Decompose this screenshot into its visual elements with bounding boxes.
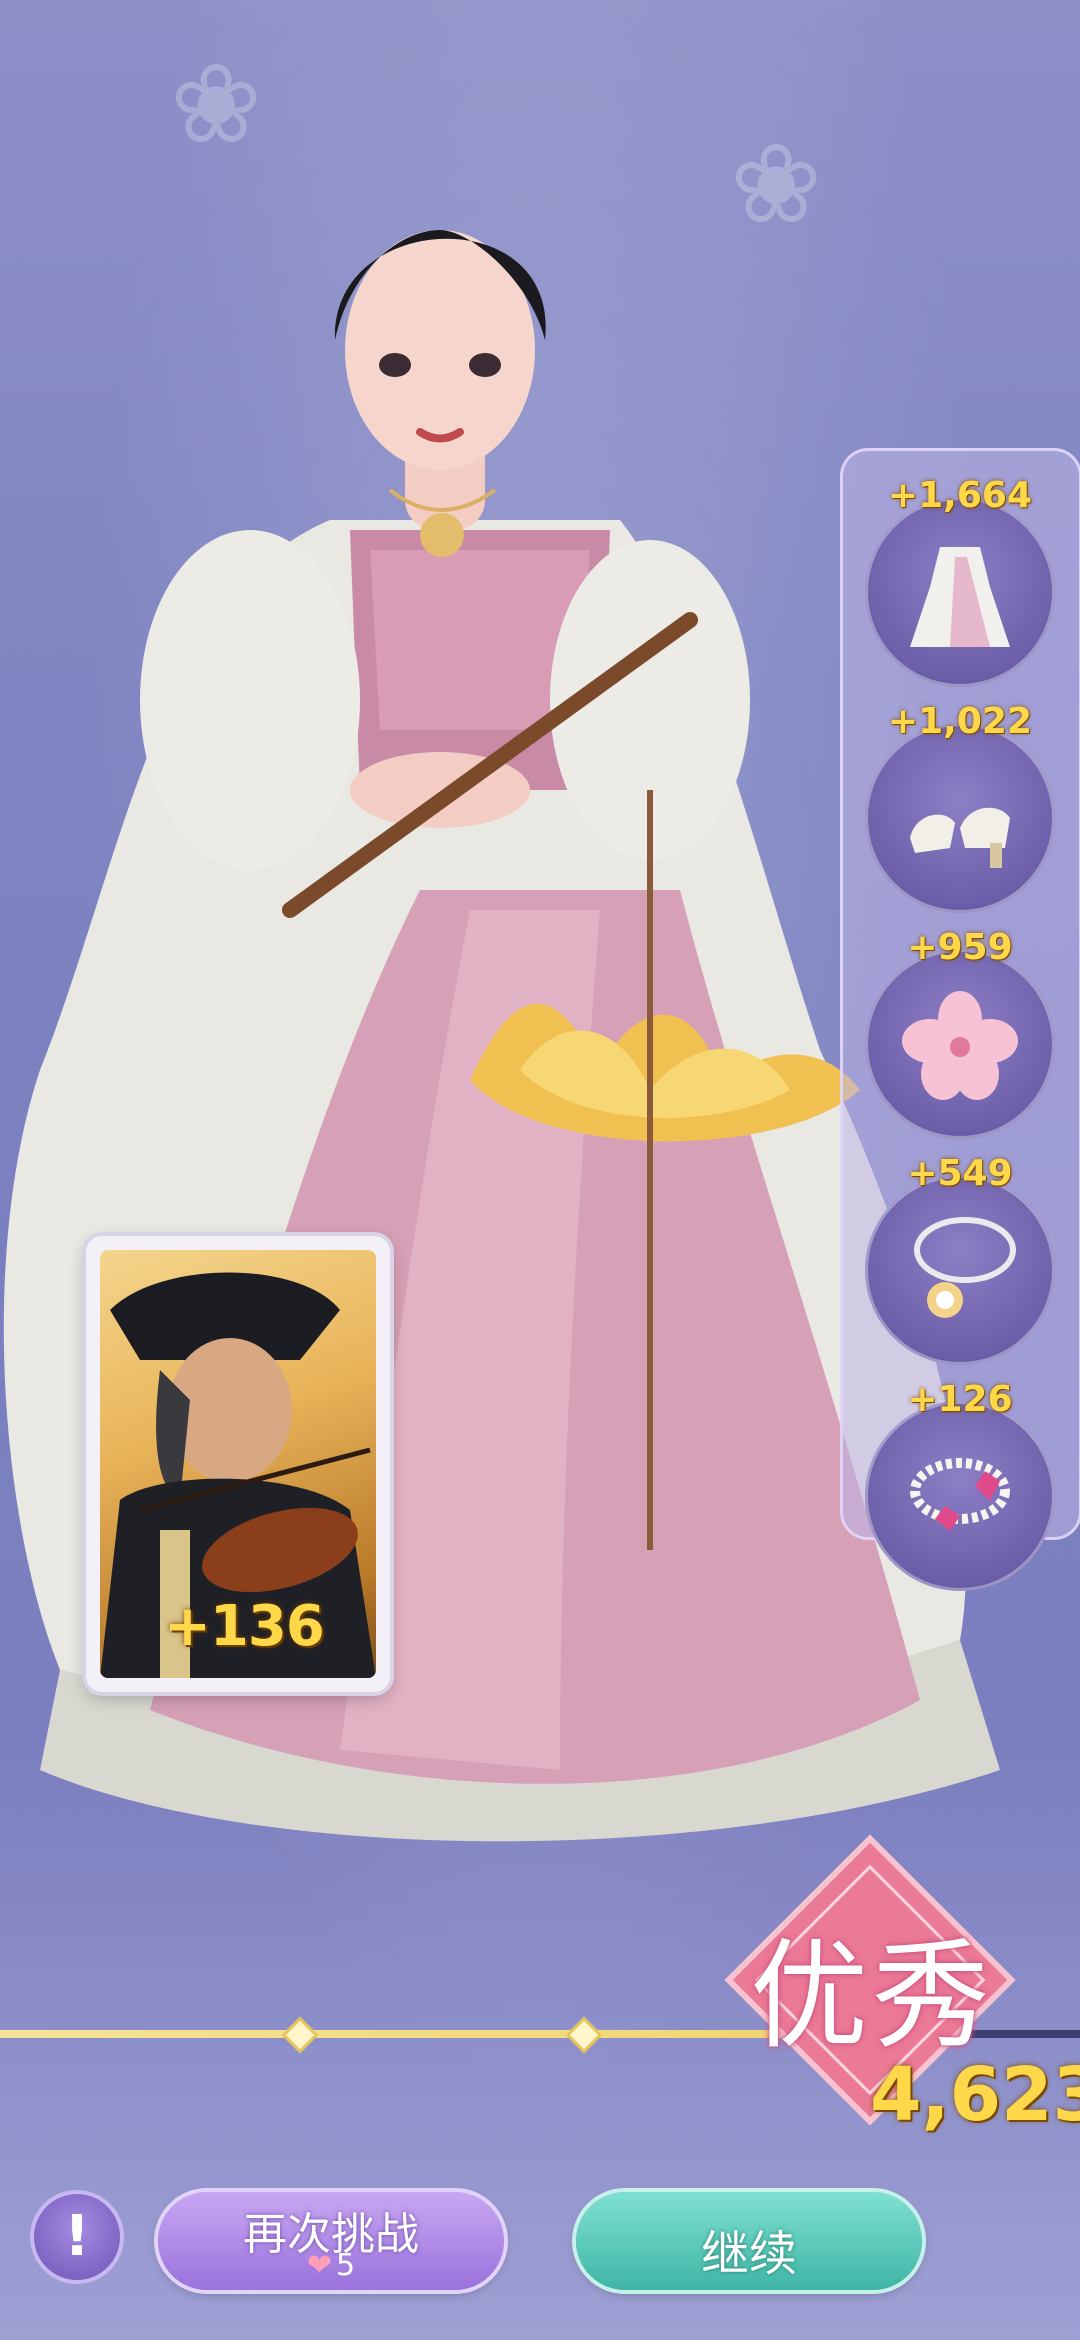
item-dress[interactable]: +1,664 bbox=[865, 475, 1055, 687]
reward-card[interactable]: +136 bbox=[86, 1236, 390, 1692]
item-score: +126 bbox=[907, 1379, 1013, 1420]
retry-cost-value: 5 bbox=[336, 2248, 356, 2283]
info-button[interactable]: ! bbox=[30, 2190, 124, 2284]
exclamation-icon: ! bbox=[64, 2204, 90, 2269]
retry-challenge-button[interactable]: 再次挑战 ❤ 5 bbox=[158, 2192, 504, 2290]
heart-icon: ❤ bbox=[306, 2248, 333, 2283]
outfit-item-panel: +1,664 +1,022 +959 +549 +126 bbox=[840, 448, 1080, 1591]
item-score: +959 bbox=[907, 927, 1013, 968]
continue-button[interactable]: 继续 bbox=[576, 2192, 922, 2290]
dress-icon bbox=[910, 547, 1010, 647]
continue-label: 继续 bbox=[700, 2226, 797, 2282]
item-shoes[interactable]: +1,022 bbox=[865, 701, 1055, 913]
rating-text: 优秀 bbox=[750, 1927, 995, 2065]
reward-card-score: +136 bbox=[164, 1594, 325, 1659]
item-hair-flower[interactable]: +959 bbox=[865, 927, 1055, 1139]
sakura-decoration-icon: ❀ bbox=[170, 40, 263, 168]
item-bracelet[interactable]: +126 bbox=[865, 1379, 1055, 1591]
hair-flower-icon bbox=[902, 991, 1018, 1100]
shoes-icon bbox=[910, 807, 1010, 868]
item-score: +549 bbox=[907, 1153, 1013, 1194]
bracelet-icon bbox=[910, 1458, 1010, 1531]
total-score: 4,623 bbox=[870, 2052, 1080, 2138]
necklace-icon bbox=[914, 1217, 1016, 1318]
item-necklace[interactable]: +549 bbox=[865, 1153, 1055, 1365]
item-score: +1,022 bbox=[887, 701, 1033, 742]
retry-cost: ❤ 5 bbox=[158, 2248, 504, 2283]
item-score: +1,664 bbox=[887, 475, 1033, 516]
